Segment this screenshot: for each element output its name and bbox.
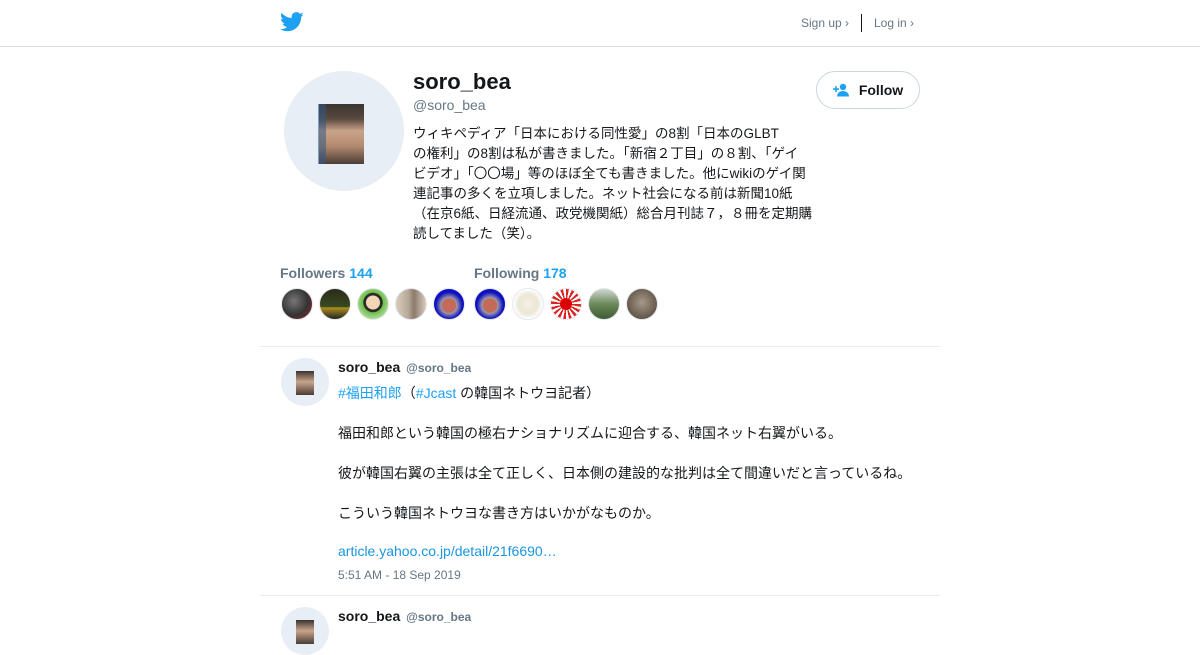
divider [260,595,940,596]
profile-photo [318,104,364,164]
top-bar: Sign up › Log in › [0,0,1200,47]
follower-avatar[interactable] [281,288,313,320]
profile-name[interactable]: soro_bea [413,69,511,95]
tweet-article-link[interactable]: article.yahoo.co.jp/detail/21f6690… [338,543,557,559]
following-avatar[interactable] [588,288,620,320]
tweet-avatar[interactable] [281,358,329,406]
follower-avatar[interactable] [357,288,389,320]
followers-count: 144 [349,265,373,281]
profile-bio: ウィキペディア「日本における同性愛」の8割「日本のGLBT の権利」の8割は私が… [413,126,813,241]
hashtag-link[interactable]: #Jcast [416,385,456,401]
tweet-author-name[interactable]: soro_bea [338,359,400,375]
tweet-header: soro_bea @soro_bea [338,359,471,375]
tweet-text: （ [401,385,416,401]
followers-avatars [281,288,465,320]
tweet-timestamp[interactable]: 5:51 AM - 18 Sep 2019 [338,568,461,582]
tweet-text: の韓国ネトウヨ記者） [456,385,601,401]
profile-avatar[interactable] [284,71,404,191]
follower-avatar[interactable] [319,288,351,320]
hashtag-link[interactable]: #福田和郎 [338,385,402,401]
profile-handle: @soro_bea [413,97,486,113]
tweet-header: soro_bea @soro_bea [338,608,471,624]
following-avatar[interactable] [512,288,544,320]
following-avatars [474,288,658,320]
follow-label: Follow [858,82,904,98]
follow-button[interactable]: Follow [816,71,920,109]
following-avatar[interactable] [626,288,658,320]
twitter-bird-icon[interactable] [280,11,304,33]
followers-label: Followers [280,265,346,281]
divider [260,346,940,347]
tweet-text-line: こういう韓国ネトウヨな書き方はいかがなものか。 [338,505,660,521]
tweet-author-handle[interactable]: @soro_bea [406,610,471,624]
following-stat[interactable]: Following 178 [474,265,567,281]
signup-link[interactable]: Sign up › [801,16,849,30]
add-user-icon [832,83,849,97]
following-avatar[interactable] [474,288,506,320]
following-count: 178 [543,265,567,281]
tweet-text-line: #福田和郎（#Jcast の韓国ネトウヨ記者） [338,383,600,403]
nav-separator [861,14,862,32]
follower-avatar[interactable] [433,288,465,320]
following-label: Following [474,265,540,281]
following-avatar[interactable] [550,288,582,320]
login-link[interactable]: Log in › [874,16,914,30]
tweet-avatar[interactable] [281,607,329,655]
tweet-text-line: 福田和郎という韓国の極右ナショナリズムに迎合する、韓国ネット右翼がいる。 [338,425,842,441]
followers-stat[interactable]: Followers 144 [280,265,373,281]
tweet-text-line: 彼が韓国右翼の主張は全て正しく、日本側の建設的な批判は全て間違いだと言っているね… [338,465,912,481]
tweet-author-name[interactable]: soro_bea [338,608,400,624]
tweet-author-handle[interactable]: @soro_bea [406,361,471,375]
follower-avatar[interactable] [395,288,427,320]
